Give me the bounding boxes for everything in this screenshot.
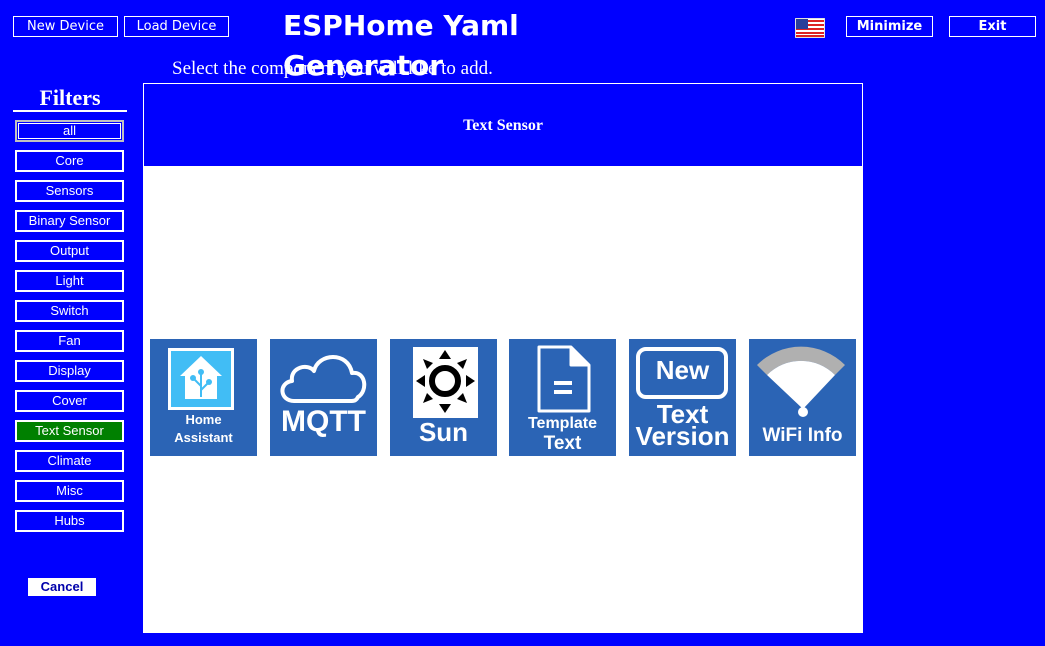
app-title: ESPHome Yaml Generator bbox=[283, 9, 519, 82]
tile-wifi-info[interactable]: WiFi Info bbox=[749, 339, 856, 456]
tile-mqtt[interactable]: MQTT bbox=[270, 339, 377, 456]
tile-label: MQTT bbox=[281, 405, 366, 438]
tile-label: Version bbox=[635, 421, 730, 451]
filter-sensors[interactable]: Sensors bbox=[15, 180, 124, 202]
load-device-button[interactable]: Load Device bbox=[124, 16, 229, 37]
filter-cover[interactable]: Cover bbox=[15, 390, 124, 412]
filter-climate[interactable]: Climate bbox=[15, 450, 124, 472]
tile-label: Sun bbox=[418, 417, 469, 447]
component-panel: Text Sensor Home Assistant MQTT Sun Temp… bbox=[143, 83, 863, 633]
panel-title: Text Sensor bbox=[143, 83, 863, 167]
tile-label: Assistant bbox=[174, 430, 233, 445]
tile-label: WiFi Info bbox=[762, 425, 843, 446]
tile-new-text-version[interactable]: New Text Version bbox=[629, 339, 736, 456]
filter-core[interactable]: Core bbox=[15, 150, 124, 172]
new-device-button[interactable]: New Device bbox=[13, 16, 118, 37]
instruction-text: Select the component you will like to ad… bbox=[172, 58, 493, 79]
filters-title: Filters bbox=[13, 86, 127, 112]
us-flag-icon[interactable] bbox=[795, 18, 825, 38]
tile-template-text[interactable]: Template Text bbox=[509, 339, 616, 456]
filter-output[interactable]: Output bbox=[15, 240, 124, 262]
minimize-button[interactable]: Minimize bbox=[846, 16, 933, 37]
filter-binary-sensor[interactable]: Binary Sensor bbox=[15, 210, 124, 232]
cancel-button[interactable]: Cancel bbox=[28, 578, 96, 596]
tile-label: New bbox=[655, 355, 710, 385]
tile-label: Home bbox=[185, 412, 222, 427]
exit-button[interactable]: Exit bbox=[949, 16, 1036, 37]
tile-label: Template bbox=[527, 415, 598, 432]
filter-display[interactable]: Display bbox=[15, 360, 124, 382]
filter-hubs[interactable]: Hubs bbox=[15, 510, 124, 532]
filter-fan[interactable]: Fan bbox=[15, 330, 124, 352]
tile-sun[interactable]: Sun bbox=[390, 339, 497, 456]
tile-home-assistant[interactable]: Home Assistant bbox=[150, 339, 257, 456]
tile-label: Text bbox=[543, 433, 582, 454]
filter-text-sensor[interactable]: Text Sensor bbox=[15, 420, 124, 442]
filter-light[interactable]: Light bbox=[15, 270, 124, 292]
filter-all[interactable]: all bbox=[15, 120, 124, 142]
filter-misc[interactable]: Misc bbox=[15, 480, 124, 502]
filter-switch[interactable]: Switch bbox=[15, 300, 124, 322]
